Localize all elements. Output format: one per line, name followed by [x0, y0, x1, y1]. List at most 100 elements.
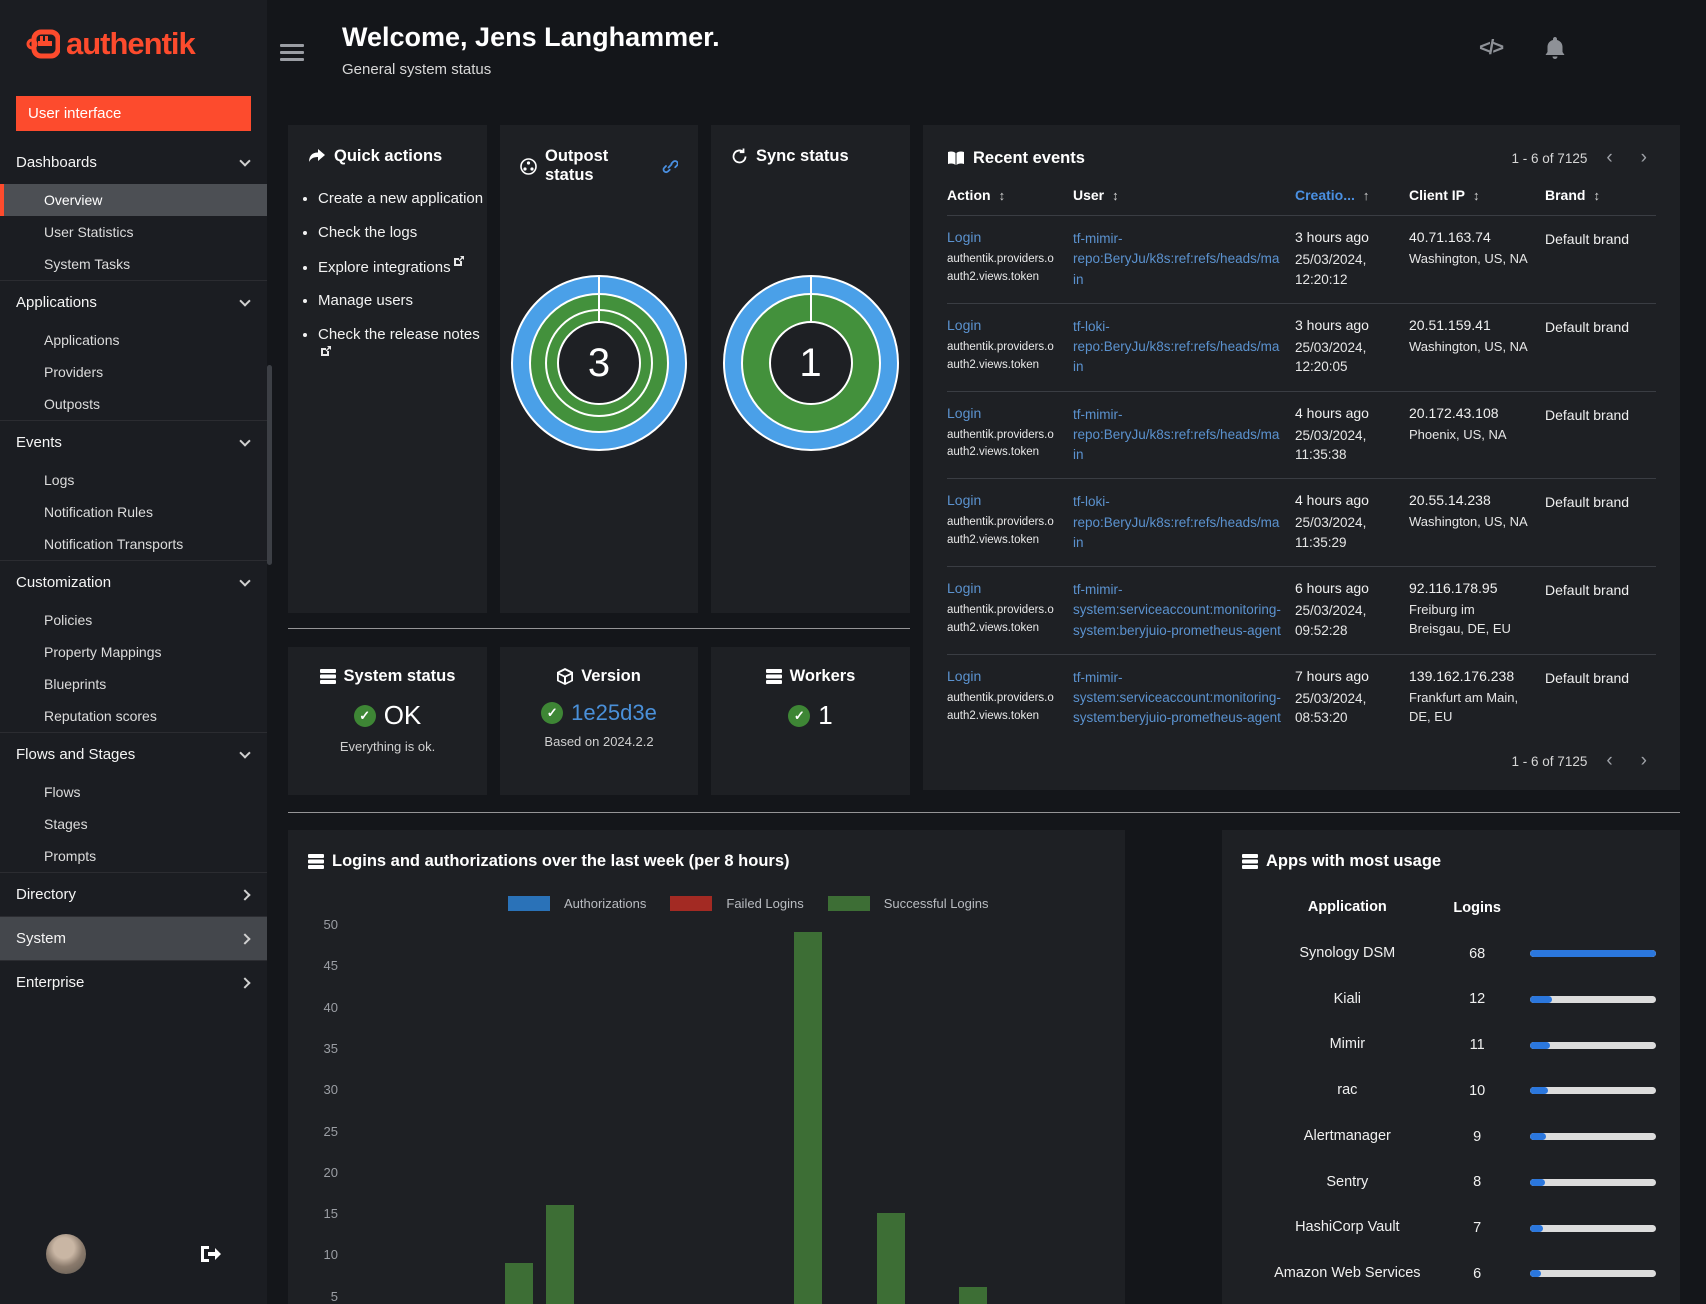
server-icon — [308, 854, 324, 869]
sidebar-section-applications[interactable]: Applications — [0, 281, 267, 324]
check-circle-icon: ✓ — [788, 704, 811, 727]
sidebar-item-prompts[interactable]: Prompts — [0, 840, 267, 872]
chevron-down-icon — [239, 434, 251, 447]
system-status-card: System status ✓ OK Everything is ok. — [288, 647, 487, 795]
usage-progress-bar — [1529, 1178, 1656, 1186]
nav-section-system: System — [0, 916, 267, 960]
version-commit-link[interactable]: 1e25d3e — [571, 700, 657, 726]
event-user-link[interactable]: tf-mimir-repo:BeryJu/k8s:ref:refs/heads/… — [1073, 229, 1281, 290]
sidebar-item-flows[interactable]: Flows — [0, 776, 267, 808]
event-user-link[interactable]: tf-mimir-system:serviceaccount:monitorin… — [1073, 668, 1281, 729]
logins-chart-card: Logins and authorizations over the last … — [288, 830, 1125, 1304]
sync-status-card: Sync status 1 — [711, 125, 910, 613]
sidebar-item-logs[interactable]: Logs — [0, 464, 267, 496]
sidebar-section-flows-and-stages[interactable]: Flows and Stages — [0, 733, 267, 776]
sidebar-item-blueprints[interactable]: Blueprints — [0, 668, 267, 700]
column-header-brand[interactable]: Brand ↕ — [1545, 187, 1641, 215]
sidebar-item-reputation-scores[interactable]: Reputation scores — [0, 700, 267, 732]
apps-usage-title: Apps with most usage — [1266, 852, 1442, 870]
event-action-link[interactable]: Login — [947, 229, 1059, 245]
app-usage-row: Kiali 12 — [1256, 989, 1656, 1011]
quick-action-check-logs[interactable]: Check the logs — [318, 224, 417, 241]
sidebar-scrollbar-thumb[interactable] — [267, 365, 272, 565]
sidebar-section-customization[interactable]: Customization — [0, 561, 267, 604]
sidebar-section-directory[interactable]: Directory — [0, 873, 267, 916]
sidebar-section-dashboards[interactable]: Dashboards — [0, 141, 267, 184]
sidebar-section-events[interactable]: Events — [0, 421, 267, 464]
link-icon[interactable] — [662, 158, 678, 174]
chevron-right-icon — [239, 976, 251, 989]
sort-icon[interactable]: ↕ — [999, 188, 1006, 203]
event-user-link[interactable]: tf-mimir-system:serviceaccount:monitorin… — [1073, 580, 1281, 641]
event-action-link[interactable]: Login — [947, 580, 1059, 596]
event-user-link[interactable]: tf-mimir-repo:BeryJu/k8s:ref:refs/heads/… — [1073, 405, 1281, 466]
event-action-link[interactable]: Login — [947, 668, 1059, 684]
pagination-prev-icon[interactable]: ‹ — [1597, 147, 1621, 169]
sidebar-item-notification-rules[interactable]: Notification Rules — [0, 496, 267, 528]
y-tick-label: 40 — [323, 999, 338, 1015]
sidebar-item-providers[interactable]: Providers — [0, 356, 267, 388]
column-header-action[interactable]: Action ↕ — [947, 187, 1059, 215]
quick-action-release-notes[interactable]: Check the release notes — [318, 326, 480, 343]
chevron-down-icon — [239, 154, 251, 167]
app-usage-row: rac 10 — [1256, 1080, 1656, 1102]
sort-icon[interactable]: ↕ — [1593, 188, 1600, 203]
sync-count: 1 — [799, 340, 822, 385]
events-table: Action ↕ User ↕ Creatio... ↑ Client IP ↕ Bra… — [947, 187, 1656, 742]
sidebar-item-policies[interactable]: Policies — [0, 604, 267, 636]
avatar[interactable] — [46, 1234, 86, 1274]
sort-asc-icon[interactable]: ↑ — [1363, 188, 1370, 203]
sidebar-section-enterprise[interactable]: Enterprise — [0, 961, 267, 1004]
sidebar-item-outposts[interactable]: Outposts — [0, 388, 267, 420]
sidebar-item-overview[interactable]: Overview — [0, 184, 267, 216]
legend-swatch-failed-logins — [670, 896, 713, 911]
notifications-bell-icon[interactable] — [1544, 36, 1566, 60]
event-user-link[interactable]: tf-loki-repo:BeryJu/k8s:ref:refs/heads/m… — [1073, 317, 1281, 378]
pagination-next-icon[interactable]: › — [1632, 147, 1656, 169]
sync-status-title: Sync status — [756, 147, 849, 165]
sidebar-item-system-tasks[interactable]: System Tasks — [0, 248, 267, 280]
event-action-link[interactable]: Login — [947, 317, 1059, 333]
quick-action-explore-integrations[interactable]: Explore integrations — [318, 259, 451, 276]
column-header-creation[interactable]: Creatio... ↑ — [1295, 187, 1395, 215]
sidebar-item-notification-transports[interactable]: Notification Transports — [0, 528, 267, 560]
sidebar-item-property-mappings[interactable]: Property Mappings — [0, 636, 267, 668]
sort-icon[interactable]: ↕ — [1473, 188, 1480, 203]
sidebar-item-stages[interactable]: Stages — [0, 808, 267, 840]
outpost-icon — [520, 157, 537, 175]
pagination-prev-icon[interactable]: ‹ — [1597, 750, 1621, 772]
sidebar-item-user-statistics[interactable]: User Statistics — [0, 216, 267, 248]
sidebar-item-applications[interactable]: Applications — [0, 324, 267, 356]
y-tick-label: 15 — [323, 1206, 338, 1222]
event-row: Login authentik.providers.oauth2.views.to… — [947, 478, 1656, 566]
sidebar-section-system[interactable]: System — [0, 917, 267, 960]
quick-action-manage-users[interactable]: Manage users — [318, 292, 413, 309]
pagination-label: 1 - 6 of 7125 — [1511, 753, 1588, 769]
external-link-icon — [453, 255, 464, 266]
system-status-title: System status — [343, 667, 456, 685]
pagination-next-icon[interactable]: › — [1632, 750, 1656, 772]
event-user-link[interactable]: tf-loki-repo:BeryJu/k8s:ref:refs/heads/m… — [1073, 492, 1281, 553]
apps-column-logins: Logins — [1453, 899, 1501, 916]
user-interface-button[interactable]: User interface — [16, 96, 251, 131]
hamburger-menu-icon[interactable] — [280, 40, 304, 65]
logo[interactable]: authentik — [0, 0, 267, 82]
apps-column-application: Application — [1307, 899, 1387, 915]
nav-section-enterprise: Enterprise — [0, 960, 267, 1004]
api-code-icon[interactable]: </> — [1479, 37, 1504, 60]
event-row: Login authentik.providers.oauth2.views.to… — [947, 215, 1656, 303]
check-circle-icon: ✓ — [541, 702, 564, 724]
workers-title: Workers — [789, 667, 856, 685]
sort-icon[interactable]: ↕ — [1112, 188, 1119, 203]
column-header-user[interactable]: User ↕ — [1073, 187, 1281, 215]
app-usage-row: HashiCorp Vault 7 — [1256, 1217, 1656, 1239]
app-usage-row: Alertmanager 9 — [1256, 1126, 1656, 1148]
legend-label-failed-logins: Failed Logins — [726, 896, 804, 911]
nav-section-events: Events Logs Notification Rules Notificat… — [0, 420, 267, 560]
quick-action-create-application[interactable]: Create a new application — [318, 190, 483, 207]
page-title: Welcome, Jens Langhammer. — [342, 22, 720, 52]
event-action-link[interactable]: Login — [947, 405, 1059, 421]
sign-out-icon[interactable] — [199, 1245, 221, 1263]
event-action-link[interactable]: Login — [947, 492, 1059, 508]
column-header-client-ip[interactable]: Client IP ↕ — [1409, 187, 1531, 215]
